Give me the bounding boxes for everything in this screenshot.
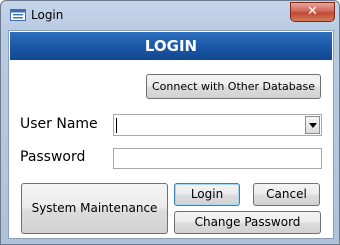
password-field[interactable] (113, 148, 322, 169)
system-maintenance-label: System Maintenance (31, 201, 158, 215)
title-bar[interactable]: Login ✕ (1, 1, 339, 29)
change-password-button[interactable]: Change Password (174, 211, 321, 234)
cancel-button[interactable]: Cancel (253, 183, 320, 206)
chevron-down-icon (309, 123, 317, 128)
window-title: Login (31, 8, 64, 22)
login-window: Login ✕ LOGIN Connect with Other Databas… (0, 0, 340, 245)
change-password-label: Change Password (194, 215, 301, 229)
form-body: LOGIN Connect with Other Database User N… (8, 30, 334, 239)
header-banner: LOGIN (10, 32, 332, 60)
username-dropdown-button[interactable] (305, 116, 320, 134)
cancel-label: Cancel (266, 187, 307, 201)
close-icon: ✕ (307, 4, 318, 19)
connect-database-button[interactable]: Connect with Other Database (146, 74, 321, 99)
system-maintenance-button[interactable]: System Maintenance (21, 183, 168, 234)
password-label: Password (20, 149, 86, 165)
form-icon (10, 9, 26, 21)
login-label: Login (190, 187, 224, 201)
username-label: User Name (20, 116, 98, 132)
text-caret (116, 118, 117, 133)
connect-database-label: Connect with Other Database (151, 80, 316, 93)
close-button[interactable]: ✕ (290, 2, 335, 22)
banner-title: LOGIN (144, 37, 198, 55)
login-button[interactable]: Login (174, 183, 240, 206)
username-combobox[interactable] (113, 114, 322, 136)
